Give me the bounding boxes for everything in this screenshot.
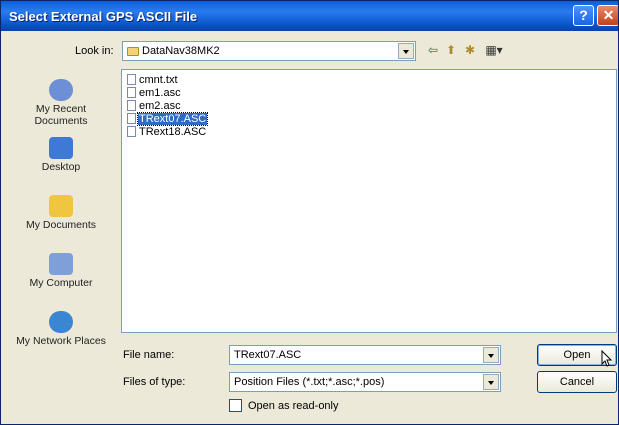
list-item[interactable]: cmnt.txt bbox=[127, 73, 179, 87]
new-folder-icon[interactable]: ✱ bbox=[461, 41, 479, 59]
network-places-icon bbox=[49, 311, 73, 333]
lookin-value: DataNav38MK2 bbox=[142, 45, 220, 57]
filename-value: TRext07.ASC bbox=[234, 349, 302, 361]
place-label: My Network Places bbox=[16, 335, 106, 347]
up-folder-icon[interactable]: ⬆ bbox=[442, 41, 460, 59]
file-dialog-window: Select External GPS ASCII File ? ✕ Look … bbox=[0, 0, 619, 425]
place-label: My Documents bbox=[25, 219, 97, 231]
place-my-recent-documents[interactable]: My Recent Documents bbox=[11, 79, 111, 127]
cancel-button[interactable]: Cancel bbox=[537, 371, 617, 393]
asc-file-icon bbox=[127, 99, 136, 111]
recent-documents-icon bbox=[49, 79, 73, 101]
filename-input[interactable]: TRext07.ASC bbox=[229, 345, 501, 365]
place-label: My Recent Documents bbox=[34, 103, 88, 127]
file-name: em2.asc bbox=[139, 100, 181, 112]
place-label: Desktop bbox=[41, 161, 81, 173]
list-item[interactable]: TRext18.ASC bbox=[127, 125, 207, 139]
readonly-checkbox[interactable] bbox=[229, 399, 242, 412]
lookin-dropdown-arrow[interactable] bbox=[398, 43, 414, 59]
filename-dropdown-arrow[interactable] bbox=[483, 347, 499, 363]
filetype-select[interactable]: Position Files (*.txt;*.asc;*.pos) bbox=[229, 372, 501, 392]
file-name: em1.asc bbox=[139, 87, 181, 99]
place-desktop[interactable]: Desktop bbox=[11, 137, 111, 173]
my-computer-icon bbox=[49, 253, 73, 275]
list-item[interactable]: em2.asc bbox=[127, 99, 182, 113]
filetype-value: Position Files (*.txt;*.asc;*.pos) bbox=[234, 376, 385, 388]
desktop-icon bbox=[49, 137, 73, 159]
file-name: TRext07.ASC bbox=[136, 112, 209, 126]
file-list[interactable]: cmnt.txt em1.asc em2.asc TRext07.ASC TRe… bbox=[121, 69, 617, 333]
file-name: TRext18.ASC bbox=[139, 126, 207, 138]
readonly-label: Open as read-only bbox=[248, 400, 339, 412]
help-button[interactable]: ? bbox=[573, 5, 594, 26]
folder-icon bbox=[127, 46, 139, 56]
list-item[interactable]: em1.asc bbox=[127, 86, 182, 100]
file-name: cmnt.txt bbox=[139, 74, 178, 86]
filetype-label: Files of type: bbox=[123, 376, 186, 388]
my-documents-icon bbox=[49, 195, 73, 217]
list-item-selected[interactable]: TRext07.ASC bbox=[127, 112, 209, 126]
asc-file-icon bbox=[127, 112, 136, 124]
back-icon[interactable]: ⇦ bbox=[424, 41, 442, 59]
title-bar[interactable]: Select External GPS ASCII File ? ✕ bbox=[1, 1, 618, 31]
place-my-documents[interactable]: My Documents bbox=[11, 195, 111, 231]
views-menu-icon[interactable]: ▦▾ bbox=[481, 41, 507, 59]
asc-file-icon bbox=[127, 125, 136, 137]
filename-label: File name: bbox=[123, 349, 175, 361]
filetype-dropdown-arrow[interactable] bbox=[483, 374, 499, 390]
place-label: My Computer bbox=[29, 277, 93, 289]
place-my-network-places[interactable]: My Network Places bbox=[11, 311, 111, 347]
close-button[interactable]: ✕ bbox=[597, 5, 618, 26]
lookin-label: Look in: bbox=[75, 45, 114, 57]
place-my-computer[interactable]: My Computer bbox=[11, 253, 111, 289]
mouse-cursor-icon bbox=[601, 350, 613, 367]
asc-file-icon bbox=[127, 86, 136, 98]
places-bar: My Recent Documents Desktop My Documents… bbox=[11, 67, 111, 417]
window-title: Select External GPS ASCII File bbox=[9, 9, 198, 24]
lookin-combo[interactable]: DataNav38MK2 bbox=[122, 41, 416, 61]
text-file-icon bbox=[127, 73, 136, 85]
